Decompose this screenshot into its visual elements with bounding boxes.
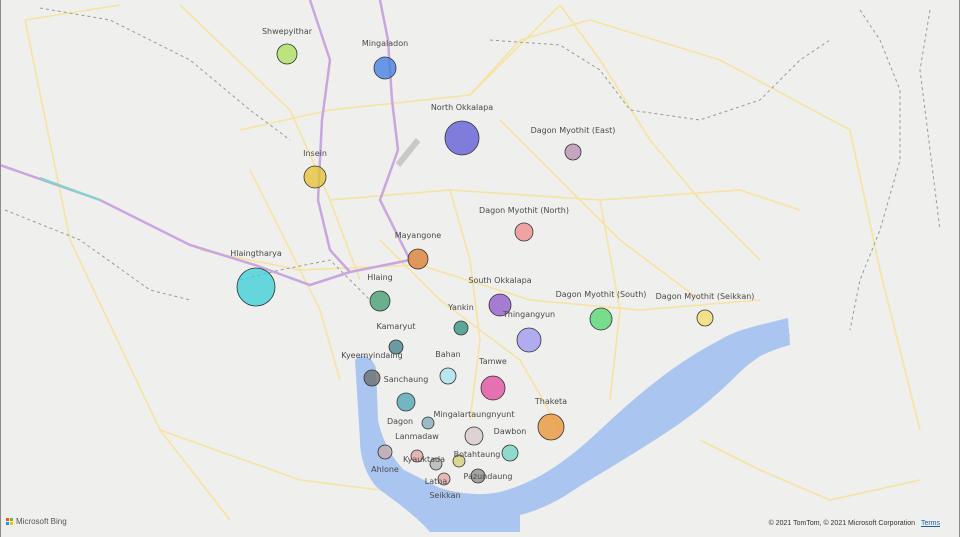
bubble-mingalartaungnyunt[interactable] (464, 426, 484, 446)
label-dawbon: Dawbon (494, 427, 527, 436)
bubble-mayangone[interactable] (407, 248, 429, 270)
map-canvas[interactable]: Shwepyithar Mingaladon North Okkalapa Dagon… (0, 0, 960, 537)
label-dagon: Dagon (387, 417, 413, 426)
bubble-dagon[interactable] (421, 416, 435, 430)
label-dagon-myothit-north: Dagon Myothit (North) (479, 206, 569, 215)
bing-logo: Microsoft Bing (6, 517, 67, 526)
logo-label: Microsoft Bing (16, 517, 67, 526)
label-mayangone: Mayangone (395, 231, 442, 240)
bubble-yankin[interactable] (453, 320, 469, 336)
label-dagon-myothit-seikkan: Dagon Myothit (Seikkan) (656, 292, 755, 301)
label-kamaryut: Kamaryut (377, 322, 416, 331)
label-pazundaung: Pazundaung (464, 472, 513, 481)
frame-left (0, 0, 1, 537)
label-north-okkalapa: North Okkalapa (431, 103, 493, 112)
bubble-ahlone[interactable] (377, 444, 393, 460)
label-kyeemyindaing: Kyeemyindaing (341, 351, 402, 360)
label-mingaladon: Mingaladon (362, 39, 408, 48)
airport-runway (395, 138, 421, 167)
label-lanmadaw: Lanmadaw (395, 432, 439, 441)
bubble-hlaing[interactable] (369, 290, 391, 312)
label-hlaingtharya: Hlaingtharya (230, 249, 282, 258)
label-dagon-myothit-east: Dagon Myothit (East) (531, 126, 616, 135)
bubble-north-okkalapa[interactable] (444, 120, 480, 156)
bubble-tamwe[interactable] (480, 375, 506, 401)
label-dagon-myothit-south: Dagon Myothit (South) (556, 290, 647, 299)
map-attribution: © 2021 TomTom, © 2021 Microsoft Corporat… (769, 520, 940, 527)
bubble-mingaladon[interactable] (373, 56, 397, 80)
bubble-shwepyithar[interactable] (276, 43, 298, 65)
label-latha: Latha (425, 477, 448, 486)
bubble-dagon-myothit-south[interactable] (589, 307, 613, 331)
bubble-dawbon[interactable] (501, 444, 519, 462)
label-kyauktada: Kyauktada (403, 455, 445, 464)
label-hlaing: Hlaing (367, 273, 393, 282)
label-botahtaung: Botahtaung (454, 450, 501, 459)
label-ahlone: Ahlone (371, 465, 399, 474)
bubble-dagon-myothit-north[interactable] (514, 222, 534, 242)
label-thingangyun: Thingangyun (502, 310, 555, 319)
bubble-dagon-myothit-east[interactable] (564, 143, 582, 161)
bubble-bahan[interactable] (439, 367, 457, 385)
terms-link[interactable]: Terms (921, 520, 940, 527)
attribution-text: © 2021 TomTom, © 2021 Microsoft Corporat… (768, 520, 915, 527)
rail-lines (0, 0, 412, 287)
label-yankin: Yankin (447, 303, 474, 312)
label-mingalartaungnyunt: Mingalartaungnyunt (434, 410, 515, 419)
label-shwepyithar: Shwepyithar (262, 27, 313, 36)
bubble-thingangyun[interactable] (516, 327, 542, 353)
rail-segment-teal (39, 177, 101, 201)
label-tamwe: Tamwe (478, 357, 507, 366)
label-insein: Insein (303, 149, 327, 158)
microsoft-logo-icon (6, 518, 13, 525)
label-sanchaung: Sanchaung (384, 375, 429, 384)
basemap: Shwepyithar Mingaladon North Okkalapa Dagon… (0, 0, 941, 532)
bubble-dagon-myothit-seikkan[interactable] (696, 309, 714, 327)
bubble-thaketa[interactable] (537, 413, 565, 441)
bubble-hlaingtharya[interactable] (236, 267, 276, 307)
bubble-kyeemyindaing[interactable] (363, 369, 381, 387)
label-south-okkalapa: South Okkalapa (468, 276, 531, 285)
label-seikkan: Seikkan (429, 491, 460, 500)
bubble-sanchaung[interactable] (396, 392, 416, 412)
river-water (355, 322, 790, 532)
bubble-layer: Shwepyithar Mingaladon North Okkalapa Dagon… (230, 27, 754, 500)
bubble-insein[interactable] (303, 165, 327, 189)
label-bahan: Bahan (435, 350, 460, 359)
label-thaketa: Thaketa (534, 397, 567, 406)
